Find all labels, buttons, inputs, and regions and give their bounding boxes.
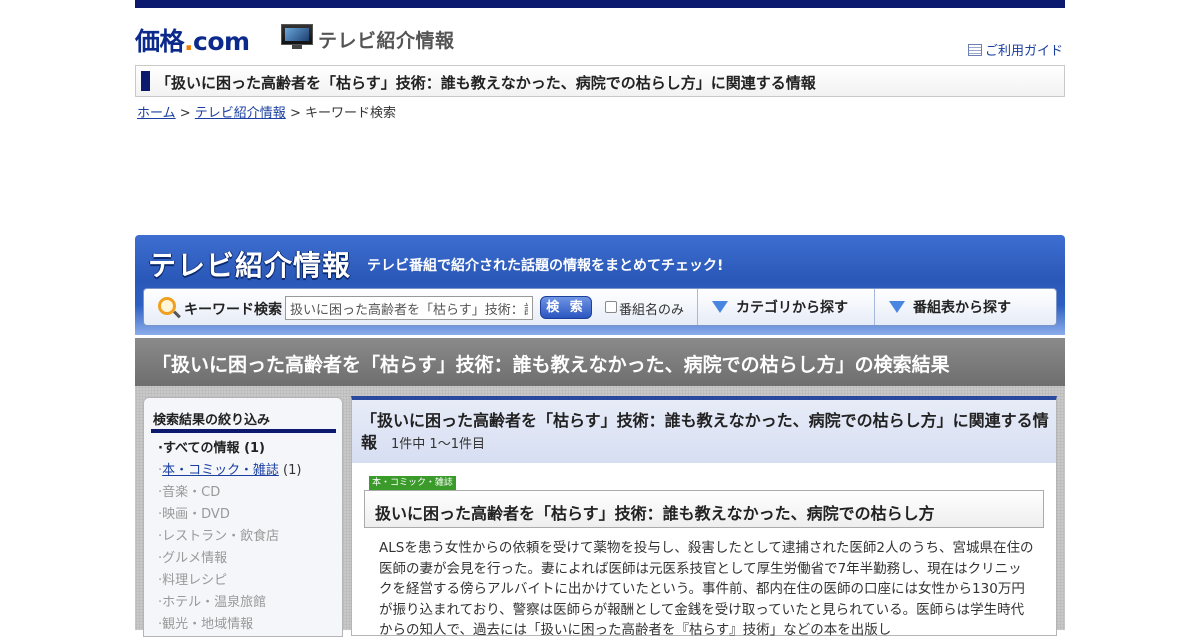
tab-category[interactable]: カテゴリから探す [697,289,874,325]
filter-label: レストラン・飲食店 [162,529,280,544]
filter-label: 音楽・CD [162,485,221,500]
kakaku-logo[interactable]: 価格.com [135,22,250,58]
logo-dot: . [184,27,194,56]
filter-item-all: ·すべての情報 (1) [158,441,265,456]
filter-item-gourmet: ·グルメ情報 [158,551,228,566]
result-item-title[interactable]: 扱いに困った高齢者を「枯らす」技術：誰も教えなかった、病院での枯らし方 [375,500,935,524]
results-panel: 「扱いに困った高齢者を「枯らす」技術：誰も教えなかった、病院での枯らし方」に関連… [351,396,1057,638]
filter-item-music: ·音楽・CD [158,485,221,500]
document-icon [967,43,982,56]
program-only-checkbox[interactable] [605,301,617,313]
tv-banner: テレビ紹介情報 テレビ番組で紹介された話題の情報をまとめてチェック! キーワード… [135,235,1065,335]
filter-item-books[interactable]: ·本・コミック・雑誌 (1) [158,462,301,484]
site-name[interactable]: テレビ紹介情報 [318,26,455,53]
keyword-search-label: キーワード検索 [184,302,282,318]
filter-count: (1) [244,441,265,456]
result-title: 「扱いに困った高齢者を「枯らす」技術：誰も教えなかった、病院での枯らし方」の検索… [152,354,950,376]
filter-item-movies: ·映画・DVD [158,507,230,522]
results-count: 1件中 1～1件目 [391,437,485,452]
filter-label: 料理レシピ [162,573,228,588]
magnifier-icon [158,297,176,315]
breadcrumb-tv[interactable]: テレビ紹介情報 [195,106,286,121]
search-button[interactable]: 検 索 [540,296,592,319]
results-header: 「扱いに困った高齢者を「枯らす」技術：誰も教えなかった、病院での枯らし方」に関連… [352,400,1056,463]
filter-divider [151,429,336,433]
result-title-bar: 「扱いに困った高齢者を「枯らす」技術：誰も教えなかった、病院での枯らし方」の検索… [135,338,1065,386]
filter-item-travel: ·観光・地域情報 [158,617,254,632]
banner-title: テレビ紹介情報 [148,249,352,282]
filter-item-hotels: ·ホテル・温泉旅館 [158,595,267,610]
result-item-description: ALSを患う女性からの依頼を受けて薬物を投与し、殺害したとして逮捕された医師2人… [379,540,1034,638]
filter-sidebar: 検索結果の絞り込み ·すべての情報 (1) ·本・コミック・雑誌 (1) ·音楽… [143,397,343,637]
breadcrumb: ホーム > テレビ紹介情報 > キーワード検索 [137,102,396,121]
site-header: 価格.com テレビ紹介情報 ご利用ガイド [135,18,1065,60]
guide-link[interactable]: ご利用ガイド [967,40,1063,59]
tab-schedule-label: 番組表から探す [913,300,1011,316]
filter-label: 映画・DVD [162,507,230,522]
breadcrumb-current: キーワード検索 [304,106,396,121]
filter-count: (1) [283,463,302,478]
search-input[interactable] [285,296,533,320]
filter-label: ホテル・温泉旅館 [162,595,267,610]
filter-item-restaurants: ·レストラン・飲食店 [158,529,280,544]
program-only-label: 番組名のみ [619,303,685,318]
page-heading-bar: 「扱いに困った高齢者を「枯らす」技術：誰も教えなかった、病院での枯らし方」に関連… [135,65,1065,97]
tv-icon [281,24,313,50]
tab-schedule[interactable]: 番組表から探す [874,289,1056,325]
filter-link[interactable]: 本・コミック・雑誌 [162,463,279,478]
filter-title: 検索結果の絞り込み [153,413,271,428]
filter-label: グルメ情報 [162,551,228,566]
breadcrumb-sep: > [285,106,305,121]
filter-item-recipes: ·料理レシピ [158,573,228,588]
tab-category-label: カテゴリから探す [736,300,848,316]
page-title: 「扱いに困った高齢者を「枯らす」技術：誰も教えなかった、病院での枯らし方」に関連… [156,74,816,92]
logo-com: com [193,27,250,56]
results-heading: 「扱いに困った高齢者を「枯らす」技術：誰も教えなかった、病院での枯らし方」に関連… [361,410,1051,456]
result-item-title-box[interactable]: 扱いに困った高齢者を「枯らす」技術：誰も教えなかった、病院での枯らし方 [364,490,1044,528]
guide-link-label: ご利用ガイド [984,44,1063,59]
breadcrumb-sep: > [175,106,195,121]
category-badge: 本・コミック・雑誌 [369,476,456,490]
search-box: キーワード検索 検 索 番組名のみ カテゴリから探す 番組表から探す [143,288,1057,326]
triangle-down-icon [712,301,728,313]
filter-list: ·すべての情報 (1) ·本・コミック・雑誌 (1) ·音楽・CD ·映画・DV… [158,440,301,638]
breadcrumb-home[interactable]: ホーム [137,106,176,121]
top-accent-bar [135,0,1065,8]
logo-kanji: 価格 [135,27,185,56]
triangle-down-icon [889,301,905,313]
filter-label: すべての情報 [162,441,240,456]
heading-accent [141,71,150,91]
banner-subtitle: テレビ番組で紹介された話題の情報をまとめてチェック! [367,258,724,274]
